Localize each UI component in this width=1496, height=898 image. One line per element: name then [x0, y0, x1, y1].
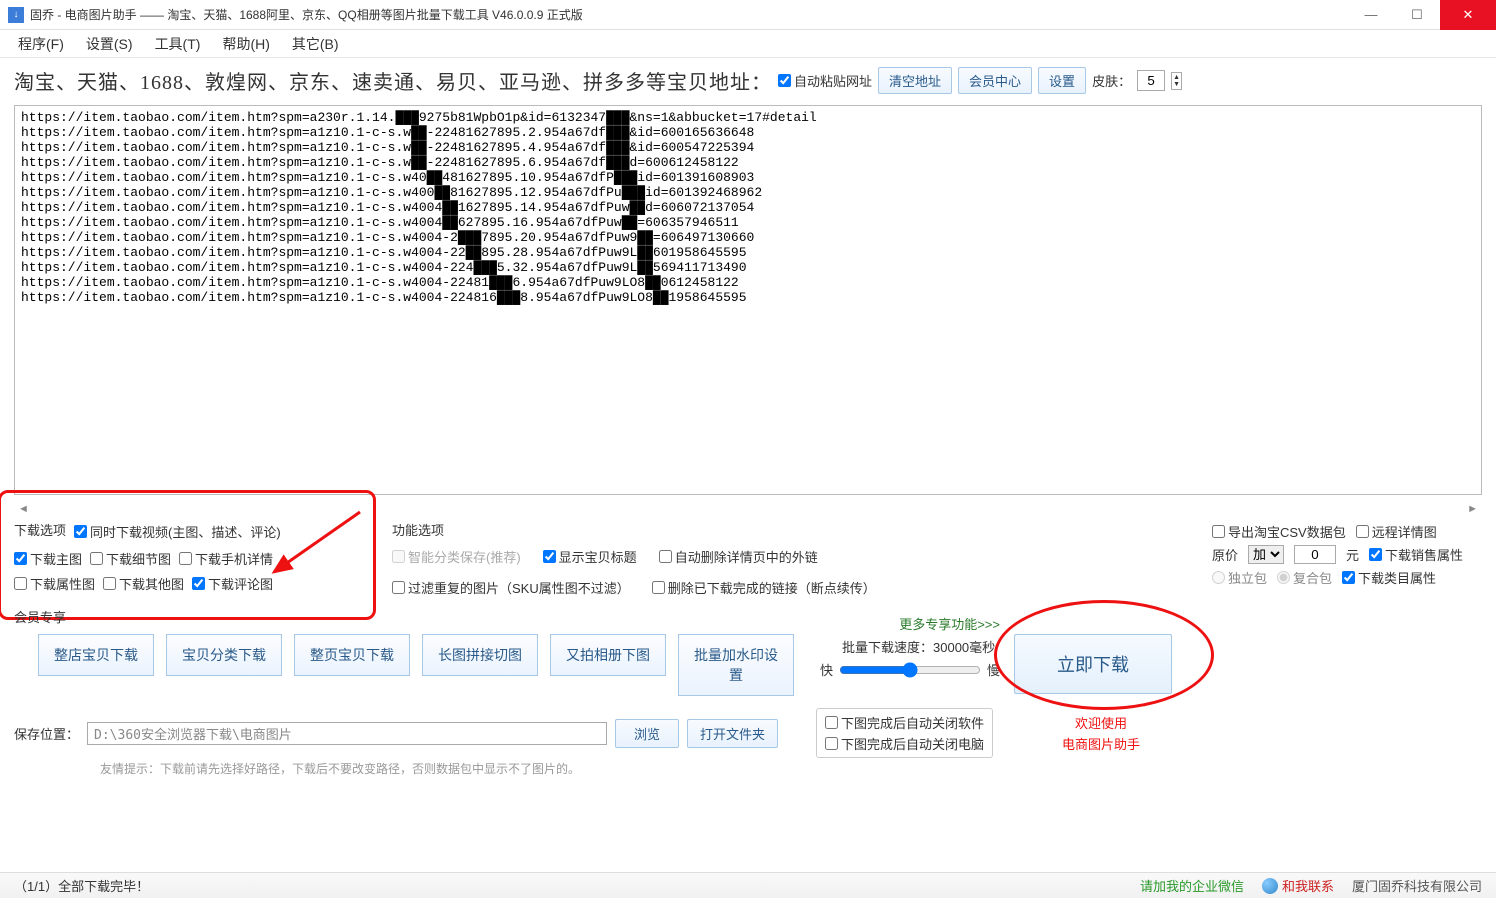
skin-spin-arrows[interactable]: ▲▼	[1171, 72, 1182, 90]
watermark-button[interactable]: 批量加水印设置	[678, 634, 794, 696]
close-button[interactable]: ✕	[1440, 0, 1496, 30]
whole-page-button[interactable]: 整页宝贝下载	[294, 634, 410, 676]
speed-block: 更多专享功能>>> 批量下载速度：30000毫秒 快 慢	[820, 614, 1000, 679]
download-mobile-checkbox[interactable]: 下载手机详情	[179, 549, 273, 568]
save-label: 保存位置：	[14, 724, 79, 743]
long-image-button[interactable]: 长图拼接切图	[422, 634, 538, 676]
menu-help[interactable]: 帮助(H)	[222, 34, 269, 54]
filter-dup-checkbox[interactable]: 过滤重复的图片（SKU属性图不过滤）	[392, 578, 630, 597]
function-options-title: 功能选项	[392, 520, 1204, 539]
remote-detail-checkbox[interactable]: 远程详情图	[1356, 522, 1437, 541]
welcome-line1: 欢迎使用	[1075, 713, 1127, 732]
speed-slider[interactable]	[839, 662, 981, 678]
scroll-right-icon[interactable]: ►	[1467, 503, 1478, 515]
menu-program[interactable]: 程序(F)	[18, 34, 64, 54]
progress-text: （1/1）全部下载完毕！	[14, 876, 149, 895]
wechat-link[interactable]: 请加我的企业微信	[1140, 876, 1244, 895]
orig-price-input[interactable]	[1294, 545, 1336, 564]
save-row: 保存位置： 浏览 打开文件夹 下图完成后自动关闭软件 下图完成后自动关闭电脑 欢…	[0, 704, 1496, 760]
status-bar: （1/1）全部下载完毕！ 请加我的企业微信 和我联系 厦门固乔科技有限公司	[0, 872, 1496, 898]
download-now-button[interactable]: 立即下载	[1014, 634, 1172, 694]
speed-fast-label: 快	[820, 660, 833, 679]
download-review-checkbox[interactable]: 下载评论图	[192, 574, 273, 593]
auto-del-link-checkbox[interactable]: 自动删除详情页中的外链	[659, 547, 818, 566]
minimize-button[interactable]: —	[1348, 0, 1394, 30]
menu-bar: 程序(F) 设置(S) 工具(T) 帮助(H) 其它(B)	[0, 30, 1496, 58]
welcome-block: 欢迎使用 电商图片助手	[1001, 713, 1201, 753]
download-other-checkbox[interactable]: 下载其他图	[103, 574, 184, 593]
member-title: 会员专享	[14, 607, 66, 626]
skin-label: 皮肤：	[1092, 71, 1131, 90]
download-sale-checkbox[interactable]: 下载销售属性	[1369, 545, 1463, 564]
download-cat-checkbox[interactable]: 下载类目属性	[1342, 568, 1436, 587]
download-video-checkbox[interactable]: 同时下载视频(主图、描述、评论)	[74, 520, 281, 543]
whole-store-button[interactable]: 整店宝贝下载	[38, 634, 154, 676]
download-options-panel: 下载选项 同时下载视频(主图、描述、评论) 下载主图 下载细节图 下载手机详情 …	[14, 520, 384, 601]
url-textarea[interactable]: https://item.taobao.com/item.htm?spm=a23…	[14, 105, 1482, 495]
welcome-line2: 电商图片助手	[1062, 734, 1140, 753]
close-software-checkbox[interactable]: 下图完成后自动关闭软件	[825, 713, 984, 732]
menu-other[interactable]: 其它(B)	[292, 34, 339, 54]
app-icon: ↓	[8, 7, 24, 23]
url-area-wrap: https://item.taobao.com/item.htm?spm=a23…	[14, 105, 1482, 498]
window-title: 固乔 - 电商图片助手 —— 淘宝、天猫、1688阿里、京东、QQ相册等图片批量…	[30, 6, 1348, 23]
maximize-button[interactable]: ☐	[1394, 0, 1440, 30]
speed-slow-label: 慢	[987, 660, 1000, 679]
browse-button[interactable]: 浏览	[615, 719, 679, 748]
address-label: 淘宝、天猫、1688、敦煌网、京东、速卖通、易贝、亚马逊、拼多多等宝贝地址：	[14, 66, 772, 95]
open-folder-button[interactable]: 打开文件夹	[687, 719, 778, 748]
download-options-title: 下载选项	[14, 520, 66, 539]
window-buttons: — ☐ ✕	[1348, 0, 1496, 30]
delete-done-checkbox[interactable]: 删除已下载完成的链接（断点续传）	[652, 578, 876, 597]
orig-price-label: 原价	[1212, 545, 1238, 564]
hint-text: 友情提示：下载前请先选择好路径，下载后不要改变路径，否则数据包中显示不了图片的。	[0, 760, 1496, 777]
save-path-input[interactable]	[87, 722, 607, 745]
yuan-label: 元	[1346, 545, 1359, 564]
h-scroll-hints: ◄ ►	[14, 502, 1482, 516]
member-center-button[interactable]: 会员中心	[958, 67, 1032, 94]
member-row: 会员专享	[0, 605, 1496, 632]
settings-button[interactable]: 设置	[1038, 67, 1086, 94]
export-csv-checkbox[interactable]: 导出淘宝CSV数据包	[1212, 522, 1346, 541]
orig-price-select[interactable]: 加	[1248, 545, 1284, 564]
more-features-link[interactable]: 更多专享功能>>>	[899, 614, 1000, 633]
contact-link[interactable]: 和我联系	[1262, 876, 1334, 895]
close-pc-checkbox[interactable]: 下图完成后自动关闭电脑	[825, 734, 984, 753]
speed-label: 批量下载速度：30000毫秒	[842, 637, 1000, 656]
show-title-checkbox[interactable]: 显示宝贝标题	[543, 547, 637, 566]
company-text: 厦门固乔科技有限公司	[1352, 876, 1482, 895]
title-bar: ↓ 固乔 - 电商图片助手 —— 淘宝、天猫、1688阿里、京东、QQ相册等图片…	[0, 0, 1496, 30]
member-buttons-row: 整店宝贝下载 宝贝分类下载 整页宝贝下载 长图拼接切图 又拍相册下图 批量加水印…	[0, 632, 1496, 704]
auto-paste-checkbox[interactable]: 自动粘贴网址	[778, 71, 872, 90]
globe-icon	[1262, 878, 1278, 894]
clear-address-button[interactable]: 清空地址	[878, 67, 952, 94]
menu-tools[interactable]: 工具(T)	[155, 34, 201, 54]
smart-save-checkbox[interactable]: 智能分类保存(推荐)	[392, 547, 521, 566]
right-options-panel: 导出淘宝CSV数据包 远程详情图 原价 加 元 下载销售属性 独立包 复合包 下…	[1212, 520, 1482, 601]
function-options-panel: 功能选项 智能分类保存(推荐) 显示宝贝标题 自动删除详情页中的外链 过滤重复的…	[392, 520, 1204, 601]
download-attr-checkbox[interactable]: 下载属性图	[14, 574, 95, 593]
combo-pack-radio[interactable]: 复合包	[1277, 568, 1332, 587]
upai-album-button[interactable]: 又拍相册下图	[550, 634, 666, 676]
download-detail-checkbox[interactable]: 下载细节图	[90, 549, 171, 568]
download-main-checkbox[interactable]: 下载主图	[14, 549, 82, 568]
menu-settings[interactable]: 设置(S)	[86, 34, 133, 54]
close-options-box: 下图完成后自动关闭软件 下图完成后自动关闭电脑	[816, 708, 993, 758]
skin-spinner[interactable]	[1137, 70, 1165, 91]
options-area: 下载选项 同时下载视频(主图、描述、评论) 下载主图 下载细节图 下载手机详情 …	[0, 516, 1496, 605]
address-top-bar: 淘宝、天猫、1688、敦煌网、京东、速卖通、易贝、亚马逊、拼多多等宝贝地址： 自…	[0, 58, 1496, 103]
single-pack-radio[interactable]: 独立包	[1212, 568, 1267, 587]
scroll-left-icon[interactable]: ◄	[18, 503, 29, 515]
category-button[interactable]: 宝贝分类下载	[166, 634, 282, 676]
